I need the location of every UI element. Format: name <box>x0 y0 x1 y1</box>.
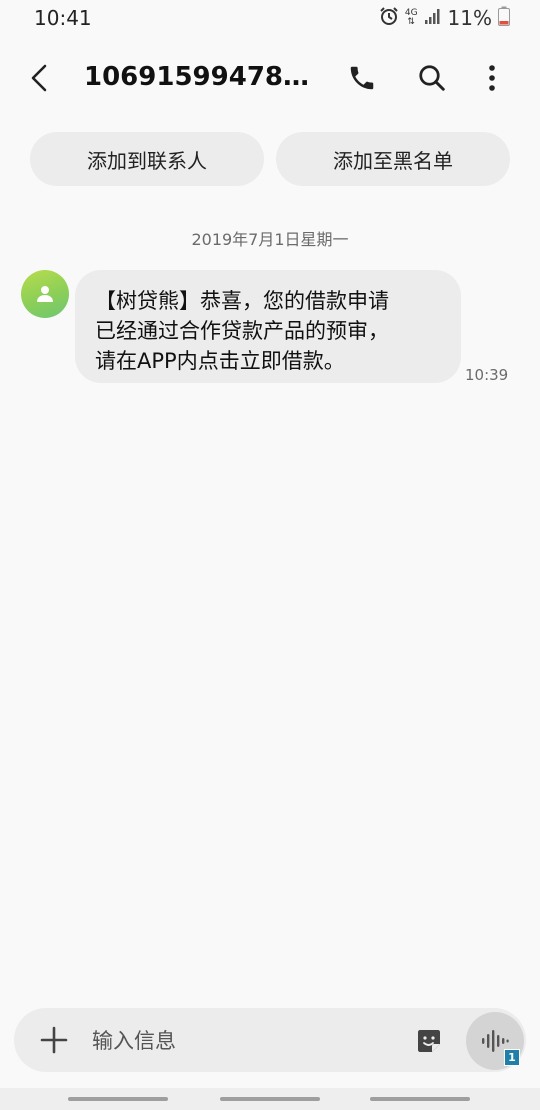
sticker-button[interactable] <box>412 1024 446 1058</box>
message-timestamp: 10:39 <box>465 366 509 384</box>
add-to-contacts-button[interactable]: 添加到联系人 <box>30 132 264 186</box>
call-button[interactable] <box>344 60 380 96</box>
nav-home-button[interactable] <box>220 1097 320 1101</box>
message-line: 已经通过合作贷款产品的预审， <box>95 319 389 343</box>
avatar[interactable] <box>21 270 69 318</box>
person-icon <box>37 286 53 302</box>
add-to-blacklist-button[interactable]: 添加至黑名单 <box>276 132 510 186</box>
contact-actions: 添加到联系人 添加至黑名单 <box>30 132 510 186</box>
nav-recents-button[interactable] <box>68 1097 168 1101</box>
search-icon <box>419 65 445 91</box>
status-icons: 4G ⇅ 11% <box>379 6 510 30</box>
battery-percent: 11% <box>447 6 492 30</box>
back-button[interactable] <box>24 62 54 94</box>
alarm-icon <box>379 6 399 30</box>
system-nav-bar <box>0 1088 540 1110</box>
attach-button[interactable] <box>38 1024 70 1056</box>
phone-icon <box>350 66 374 90</box>
message-bubble[interactable]: 【树贷熊】恭喜，您的借款申请 已经通过合作贷款产品的预审， 请在APP内点击立即… <box>75 270 461 383</box>
back-icon <box>31 64 47 92</box>
battery-low-icon <box>498 6 510 30</box>
sim-badge: 1 <box>504 1049 520 1066</box>
conversation-header: 106915994784... <box>0 48 540 108</box>
composer-bar <box>14 1008 526 1072</box>
date-divider: 2019年7月1日星期一 <box>191 230 349 249</box>
status-time: 10:41 <box>34 6 92 30</box>
page-title: 106915994784... <box>84 62 324 92</box>
more-options-button[interactable] <box>474 60 510 96</box>
message-line: 【树贷熊】恭喜，您的借款申请 <box>95 289 389 313</box>
status-bar: 10:41 4G ⇅ 11% <box>0 0 540 36</box>
message-line: 请在APP内点击立即借款。 <box>95 349 345 373</box>
plus-icon <box>40 1026 68 1054</box>
signal-icon <box>424 7 442 29</box>
network-4g-icon: 4G ⇅ <box>404 8 418 27</box>
message-input[interactable] <box>90 1020 394 1062</box>
search-button[interactable] <box>414 60 450 96</box>
nav-back-button[interactable] <box>370 1097 470 1101</box>
sticker-icon <box>418 1030 440 1052</box>
more-icon <box>489 65 495 91</box>
